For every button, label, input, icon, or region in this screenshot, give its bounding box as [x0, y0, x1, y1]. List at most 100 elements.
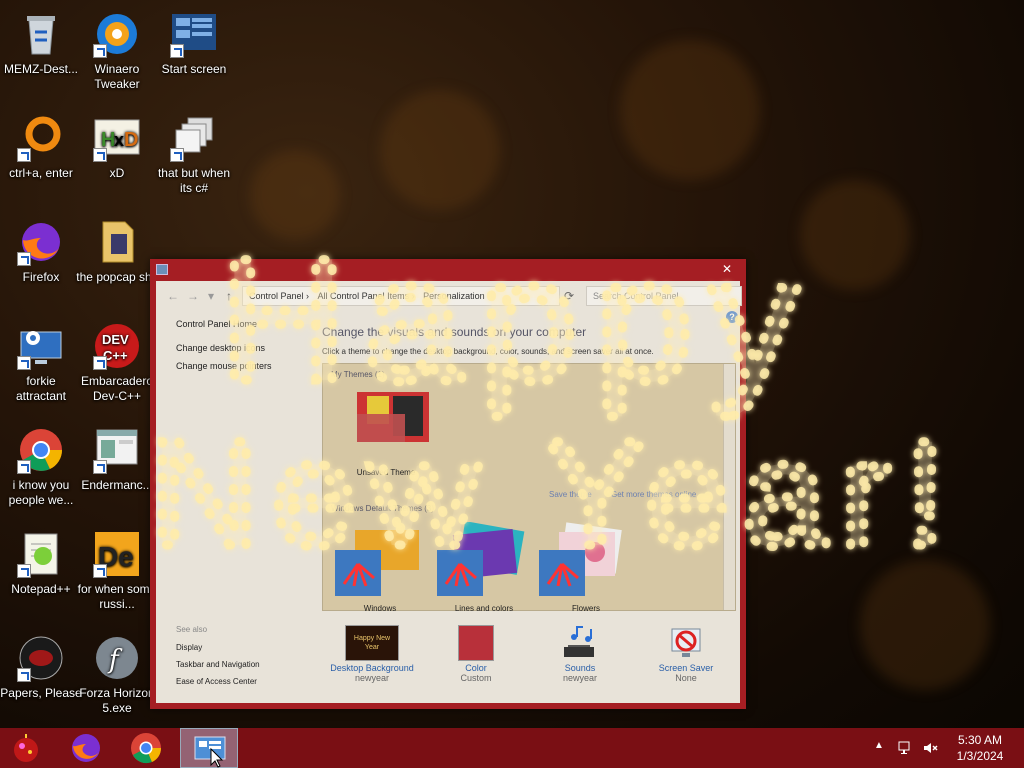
- taskbar-chrome[interactable]: [122, 728, 170, 768]
- link-ease-of-access[interactable]: Ease of Access Center: [176, 677, 257, 686]
- desktop-icon-label: for when some russi...: [77, 582, 157, 611]
- clock[interactable]: 5:30 AM 1/3/2024: [948, 732, 1012, 768]
- link-change-desktop-icons[interactable]: Change desktop icons: [176, 343, 272, 353]
- save-theme-link[interactable]: Save theme: [549, 490, 592, 499]
- recent-chevron-icon[interactable]: ▾: [204, 289, 218, 303]
- title-bar[interactable]: ✕: [150, 259, 746, 281]
- tray-overflow-icon[interactable]: ▲: [874, 740, 884, 768]
- screen-saver-item[interactable]: Screen Saver None: [636, 625, 736, 683]
- screen-saver-icon: [666, 625, 706, 661]
- taskbar-control-panel[interactable]: [180, 728, 238, 768]
- folder-icon: [93, 218, 141, 266]
- desktop-icon-forza[interactable]: f Forza Horizon 5.exe: [76, 628, 158, 716]
- recycle-bin-icon: [17, 10, 65, 58]
- start-screen-icon: [170, 10, 218, 58]
- desktop-icon-xd[interactable]: HxD xD: [76, 108, 158, 181]
- volume-muted-icon[interactable]: [922, 740, 938, 768]
- close-button[interactable]: ✕: [716, 261, 738, 277]
- clock-date: 1/3/2024: [956, 749, 1004, 763]
- page-subtitle: Click a theme to change the desktop back…: [322, 347, 654, 356]
- desktop-background-item[interactable]: Happy New Year Desktop Background newyea…: [322, 625, 422, 683]
- desktop-icon-label: Papers, Please: [0, 686, 82, 700]
- desktop-icon-label: Winaero Tweaker: [94, 62, 140, 91]
- desktop-icon-endermanch[interactable]: Endermanc...: [76, 420, 158, 493]
- sounds-icon: [560, 625, 600, 661]
- desktop-icon-label: Firefox: [22, 270, 60, 284]
- desktop-icon-ctrl-a[interactable]: ctrl+a, enter: [0, 108, 82, 181]
- breadcrumb-control-panel[interactable]: Control Panel: [249, 291, 304, 301]
- desktop-icon-label: the popcap shit: [76, 270, 158, 284]
- forward-arrow-icon[interactable]: →: [186, 289, 200, 303]
- color-label: Color: [465, 663, 487, 673]
- desktop-icon-chrome[interactable]: i know you people we...: [0, 420, 82, 508]
- flash-icon: f: [93, 634, 141, 682]
- desktop-icon-label: MEMZ-Dest...: [4, 62, 78, 76]
- up-arrow-icon[interactable]: ↑: [222, 289, 236, 303]
- desktop-icon-label: forkie attractant: [15, 374, 67, 403]
- get-more-themes-link[interactable]: Get more themes online: [611, 490, 696, 499]
- screen-saver-value: None: [675, 673, 697, 683]
- network-icon[interactable]: [898, 740, 914, 768]
- color-value: Custom: [460, 673, 492, 683]
- search-placeholder: Search Control Panel: [593, 291, 679, 301]
- de-icon: De: [93, 530, 141, 578]
- clock-time: 5:30 AM: [957, 733, 1003, 747]
- desktop-icon-firefox[interactable]: Firefox: [0, 212, 82, 285]
- desktop-icon-forkie[interactable]: forkie attractant: [0, 316, 82, 404]
- desktop-icon-papers-please[interactable]: Papers, Please: [0, 628, 82, 701]
- notepadpp-icon: [17, 530, 65, 578]
- back-arrow-icon[interactable]: ←: [166, 289, 180, 303]
- flowers-theme-label: Flowers: [571, 604, 600, 613]
- help-icon[interactable]: ?: [726, 311, 738, 323]
- search-input[interactable]: Search Control Panel: [586, 286, 742, 306]
- sounds-item[interactable]: Sounds newyear: [530, 625, 630, 683]
- start-button[interactable]: [2, 728, 50, 768]
- desktop-icon-csharp[interactable]: that but when its c#: [153, 108, 235, 196]
- desktop-icon-de[interactable]: De for when some russi...: [76, 524, 158, 612]
- screen-saver-label: Screen Saver: [658, 663, 714, 673]
- link-change-mouse-pointers[interactable]: Change mouse pointers: [176, 361, 272, 371]
- desktop-icon-label: Endermanc...: [81, 478, 153, 492]
- taskbar-firefox[interactable]: [62, 728, 110, 768]
- bottom-bar: See also Display Taskbar and Navigation …: [156, 619, 740, 699]
- my-themes-header: My Themes (1): [331, 370, 385, 379]
- svg-text:x: x: [114, 130, 124, 150]
- left-pane: Control Panel Home Change desktop icons …: [176, 319, 272, 379]
- link-display[interactable]: Display: [176, 643, 202, 652]
- windows-theme-thumb[interactable]: [335, 524, 419, 607]
- desktop-icon-memz[interactable]: MEMZ-Dest...: [0, 4, 82, 77]
- breadcrumb[interactable]: Control Panel › All Control Panel Items …: [242, 286, 560, 306]
- desktop-icon-devcpp[interactable]: DEV C++ Embarcadero Dev-C++: [76, 316, 158, 404]
- themes-list[interactable]: My Themes (1) Unsaved Theme Save theme G…: [322, 363, 736, 613]
- windows-theme-label: Windows: [363, 604, 397, 613]
- desktop-icon-start-screen[interactable]: Start screen: [153, 4, 235, 77]
- themes-scrollbar[interactable]: [723, 364, 735, 610]
- desktop-icon-popcap[interactable]: the popcap shit: [76, 212, 158, 285]
- desktop-background-value: newyear: [354, 673, 390, 683]
- see-also-header: See also: [176, 625, 208, 634]
- winaero-icon: [93, 10, 141, 58]
- svg-text:D: D: [124, 129, 138, 151]
- link-taskbar-navigation[interactable]: Taskbar and Navigation: [176, 660, 260, 669]
- unsaved-theme-label: Unsaved Theme: [356, 468, 416, 477]
- sounds-value: newyear: [562, 673, 598, 683]
- hxd-icon: HxD: [93, 114, 141, 162]
- flowers-theme-thumb[interactable]: [539, 522, 629, 607]
- breadcrumb-all-items[interactable]: All Control Panel Items: [318, 291, 410, 301]
- desktop-icon-label: Notepad++: [11, 582, 71, 596]
- desktop-icon-notepadpp[interactable]: Notepad++: [0, 524, 82, 597]
- color-item[interactable]: Color Custom: [426, 625, 526, 683]
- lines-colors-theme-thumb[interactable]: [437, 521, 527, 607]
- default-themes-header: Windows Default Themes (3): [331, 504, 434, 513]
- breadcrumb-personalization[interactable]: Personalization: [423, 291, 485, 301]
- unsaved-theme-thumb[interactable]: [357, 392, 429, 447]
- link-control-panel-home[interactable]: Control Panel Home: [176, 319, 272, 329]
- desktop-background-thumb: Happy New Year: [345, 625, 399, 661]
- desktop-icon-label: i know you people we...: [8, 478, 74, 507]
- settings-monitor-icon: [17, 322, 65, 370]
- firefox-icon: [17, 218, 65, 266]
- desktop-icon-winaero[interactable]: Winaero Tweaker: [76, 4, 158, 92]
- taskbar: ▲ 5:30 AM 1/3/2024: [0, 728, 1024, 768]
- refresh-icon[interactable]: ⟳: [562, 289, 576, 303]
- lines-colors-theme-label: Lines and colors: [454, 604, 514, 613]
